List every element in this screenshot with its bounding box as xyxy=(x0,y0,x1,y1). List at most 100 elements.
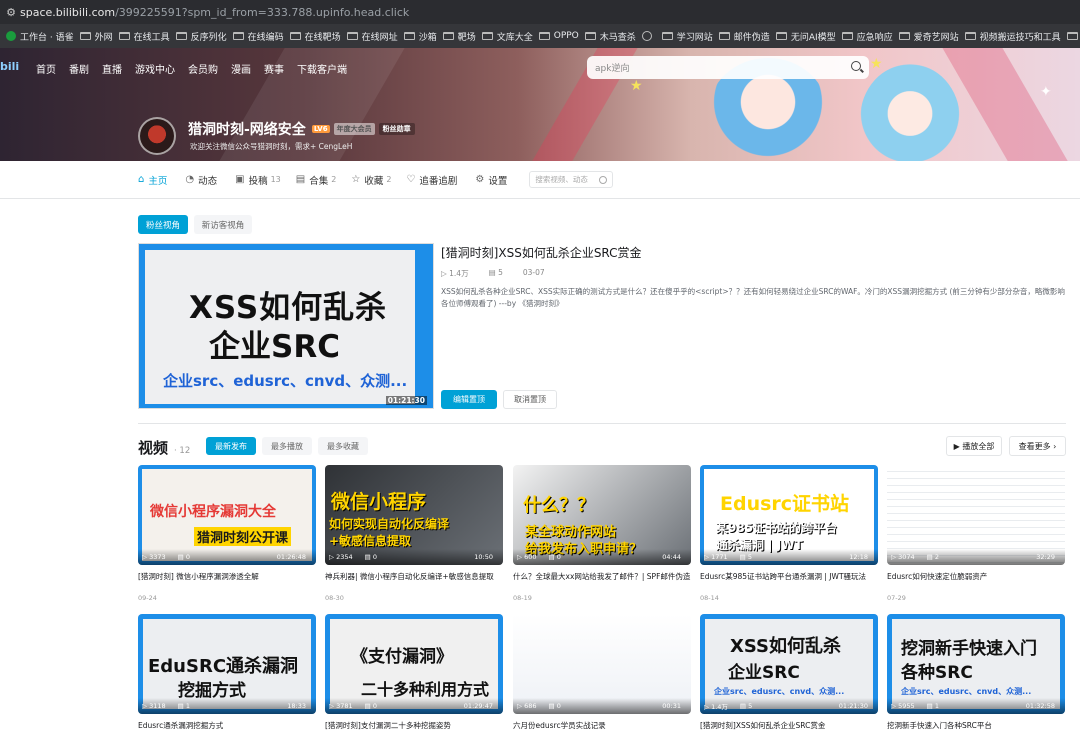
video-title[interactable]: Edusrc如何快速定位脆弱资产 xyxy=(887,571,1065,582)
bookmark-item[interactable]: 无问AI模型 xyxy=(775,30,836,43)
bookmark-item[interactable] xyxy=(641,31,656,41)
tab-item[interactable]: ◔ 动态 xyxy=(185,173,220,187)
views-count: ▷ 3118 xyxy=(142,702,166,710)
bookmark-item[interactable]: 沙箱 xyxy=(403,30,437,43)
video-card[interactable]: 微信小程序 如何实现自动化反编译 +敏感信息提取 ▷ 2354 ▤ 0 10:50 神兵利器… xyxy=(325,465,503,602)
tab-item[interactable]: ⌂ 主页 xyxy=(138,173,170,187)
site-info-icon[interactable]: ⚙ xyxy=(2,0,20,24)
thumbnail-overlay: ▷ 600 ▤ 0 04:44 xyxy=(513,549,691,565)
video-title[interactable]: Edusrc通杀漏洞挖掘方式 xyxy=(138,720,316,731)
video-thumbnail[interactable]: 微信小程序漏洞大全 猎洞时刻公开课 ▷ 3373 ▤ 0 01:26:48 xyxy=(138,465,316,565)
video-thumbnail[interactable]: ▷ 686 ▤ 0 00:31 xyxy=(513,614,691,714)
bookmark-item[interactable]: 应急响应 xyxy=(841,30,893,43)
video-thumbnail[interactable]: 微信小程序 如何实现自动化反编译 +敏感信息提取 ▷ 2354 ▤ 0 10:50 xyxy=(325,465,503,565)
featured-video-title[interactable]: [猎洞时刻]XSS如何乱杀企业SRC赏金 xyxy=(441,244,642,261)
video-card[interactable]: 什么？？某全球动作网站给我发布入职申请？▷ 600▤ 004:44 什么？全球最大… xyxy=(513,465,691,602)
nav-item[interactable]: 首页 xyxy=(36,61,56,76)
avatar[interactable] xyxy=(138,117,176,155)
bookmark-item[interactable]: 在线编码 xyxy=(232,30,284,43)
video-card[interactable]: EduSRC通杀漏洞 挖掘方式 ▷ 3118 ▤ 1 18:33 Edusrc通杀漏洞挖掘… xyxy=(138,614,316,731)
nav-item[interactable]: 游戏中心 xyxy=(135,61,175,76)
video-card[interactable]: ▷ 686 ▤ 0 00:31 六月份edusrc学员实战记录 xyxy=(513,614,691,731)
nav-item[interactable]: 直播 xyxy=(102,61,122,76)
nav-item[interactable]: 会员购 xyxy=(188,61,218,76)
bookmark-item[interactable]: 工作台 · 语雀 xyxy=(6,30,74,43)
play-all-button[interactable]: ▶ 播放全部 xyxy=(946,436,1002,456)
tab-item[interactable]: ☆ 收藏 2 xyxy=(351,173,391,187)
sort-most-favorited[interactable]: 最多收藏 xyxy=(318,437,368,455)
folder-icon xyxy=(661,32,673,40)
video-thumbnail[interactable]: Edusrc证书站 某985证书站的跨平台 通杀漏洞 | JWT ▷ 1771 ▤ 51… xyxy=(700,465,878,565)
space-search-input[interactable]: 搜索视频、动态 xyxy=(529,171,614,188)
video-thumbnail[interactable]: ▷ 3074 ▤ 2 32:29 xyxy=(887,465,1065,565)
bookmark-item[interactable]: 爱奇艺网站 xyxy=(898,30,959,43)
search-input[interactable]: apk逆向 xyxy=(587,56,869,79)
video-title[interactable]: 神兵利器| 微信小程序自动化反编译+敏感信息提取 xyxy=(325,571,503,582)
url-text[interactable]: space.bilibili.com/399225591?spm_id_from… xyxy=(20,6,409,19)
tab-item[interactable]: ⚙ 设置 xyxy=(475,173,510,187)
video-title[interactable]: Edusrc某985证书站跨平台通杀漏洞 | JWT骚玩法 xyxy=(700,571,878,582)
nav-item[interactable]: 下载客户端 xyxy=(297,61,347,76)
views-count: ▷ 1.4万 xyxy=(704,703,728,711)
thumb-text: 《支付漏洞》 xyxy=(351,647,453,667)
video-card[interactable]: 挖洞新手快速入门 各种SRC 企业src、edusrc、cnvd、众测... ▷ 59… xyxy=(887,614,1065,731)
tab-item[interactable]: ▣ 投稿 13 xyxy=(235,173,281,187)
video-card[interactable]: 微信小程序漏洞大全 猎洞时刻公开课 ▷ 3373 ▤ 0 01:26:48 [猎洞时刻] … xyxy=(138,465,316,602)
video-card[interactable]: XSS如何乱杀 企业SRC 企业src、edusrc、cnvd、众测... ▷ 1.4… xyxy=(700,614,878,731)
video-thumbnail[interactable]: 挖洞新手快速入门 各种SRC 企业src、edusrc、cnvd、众测... ▷ 59… xyxy=(887,614,1065,714)
url-host: space.bilibili.com xyxy=(20,5,116,19)
cancel-pin-button[interactable]: 取消置顶 xyxy=(503,390,557,409)
comments-count: ▤ 0 xyxy=(177,553,190,561)
bookmark-item[interactable]: 视频搬运技巧和工具 xyxy=(964,30,1061,43)
user-sign[interactable]: 欢迎关注微信公众号猎洞时刻，需求+ CengLeH xyxy=(190,141,352,152)
video-card[interactable]: 《支付漏洞》 二十多种利用方式 ▷ 3781 ▤ 0 01:29:47 [猎洞时刻]支付漏… xyxy=(325,614,503,731)
fans-view-toggle[interactable]: 粉丝视角 xyxy=(138,215,188,234)
address-bar[interactable]: ⚙ space.bilibili.com/399225591?spm_id_fr… xyxy=(0,0,1080,24)
nav-item[interactable]: 漫画 xyxy=(231,61,251,76)
user-name[interactable]: 猎洞时刻-网络安全 xyxy=(188,119,306,139)
view-more-button[interactable]: 查看更多 › xyxy=(1009,436,1066,456)
bookmark-item[interactable]: 学习网站 xyxy=(661,30,713,43)
edit-pin-button[interactable]: 编辑置顶 xyxy=(441,390,497,409)
bookmark-item[interactable]: 反序列化 xyxy=(175,30,227,43)
fan-badge[interactable]: 粉丝勋章 xyxy=(378,123,415,135)
video-card[interactable]: Edusrc证书站 某985证书站的跨平台 通杀漏洞 | JWT ▷ 1771 ▤ 51… xyxy=(700,465,878,602)
featured-video-thumbnail[interactable]: XSS如何乱杀 企业SRC 企业src、edusrc、cnvd、众测... 01… xyxy=(138,243,434,409)
bookmark-label: 文库大全 xyxy=(496,32,533,43)
video-title[interactable]: 什么？全球最大xx网站给我发了邮件？| SPF邮件伪造 xyxy=(513,571,691,582)
nav-item[interactable]: 赛事 xyxy=(264,61,284,76)
visitor-view-toggle[interactable]: 新访客视角 xyxy=(194,215,252,234)
bookmark-item[interactable]: 木马查杀 xyxy=(584,30,636,43)
video-thumbnail[interactable]: 什么？？某全球动作网站给我发布入职申请？▷ 600▤ 004:44 xyxy=(513,465,691,565)
video-title[interactable]: [猎洞时刻]支付漏洞二十多种挖掘姿势 xyxy=(325,720,503,731)
video-thumbnail[interactable]: XSS如何乱杀 企业SRC 企业src、edusrc、cnvd、众测... ▷ 1.4… xyxy=(700,614,878,714)
bookmark-item[interactable]: OPPO xyxy=(538,31,579,41)
video-title[interactable]: [猎洞时刻]XSS如何乱杀企业SRC赏金 xyxy=(700,720,878,731)
bookmark-item[interactable]: 邮件伪造 xyxy=(718,30,770,43)
sort-latest[interactable]: 最新发布 xyxy=(206,437,256,455)
bookmark-item[interactable]: 靶场 xyxy=(442,30,476,43)
bookmark-item[interactable]: 文库大全 xyxy=(481,30,533,43)
nav-item[interactable]: 番剧 xyxy=(69,61,89,76)
bookmark-item[interactable]: 在线工具 xyxy=(118,30,170,43)
tab-item[interactable]: ▤ 合集 2 xyxy=(296,173,337,187)
video-title[interactable]: [猎洞时刻] 微信小程序漏洞渗透全解 xyxy=(138,571,316,582)
section-title[interactable]: 视频 xyxy=(138,437,168,458)
video-card[interactable]: ▷ 3074 ▤ 2 32:29 Edusrc如何快速定位脆弱资产 07-29 xyxy=(887,465,1065,602)
search-icon[interactable] xyxy=(851,61,861,71)
video-title[interactable]: 挖洞新手快速入门各种SRC平台 xyxy=(887,720,1065,731)
bookmark-item[interactable]: 隐私 xyxy=(1066,30,1080,43)
bilibili-logo[interactable]: bili xyxy=(0,60,19,73)
video-thumbnail[interactable]: 《支付漏洞》 二十多种利用方式 ▷ 3781 ▤ 0 01:29:47 xyxy=(325,614,503,714)
tab-label: 动态 xyxy=(198,175,218,187)
bookmark-item[interactable]: 在线靶场 xyxy=(289,30,341,43)
sort-most-played[interactable]: 最多播放 xyxy=(262,437,312,455)
upload-date: 08-14 xyxy=(700,594,719,602)
folder-icon xyxy=(346,32,358,40)
video-title[interactable]: 六月份edusrc学员实战记录 xyxy=(513,720,691,731)
bookmark-item[interactable]: 外网 xyxy=(79,30,113,43)
tab-item[interactable]: ♡ 追番追剧 xyxy=(406,173,460,187)
video-thumbnail[interactable]: EduSRC通杀漏洞 挖掘方式 ▷ 3118 ▤ 1 18:33 xyxy=(138,614,316,714)
folder-icon xyxy=(718,32,730,40)
bookmark-item[interactable]: 在线网址 xyxy=(346,30,398,43)
